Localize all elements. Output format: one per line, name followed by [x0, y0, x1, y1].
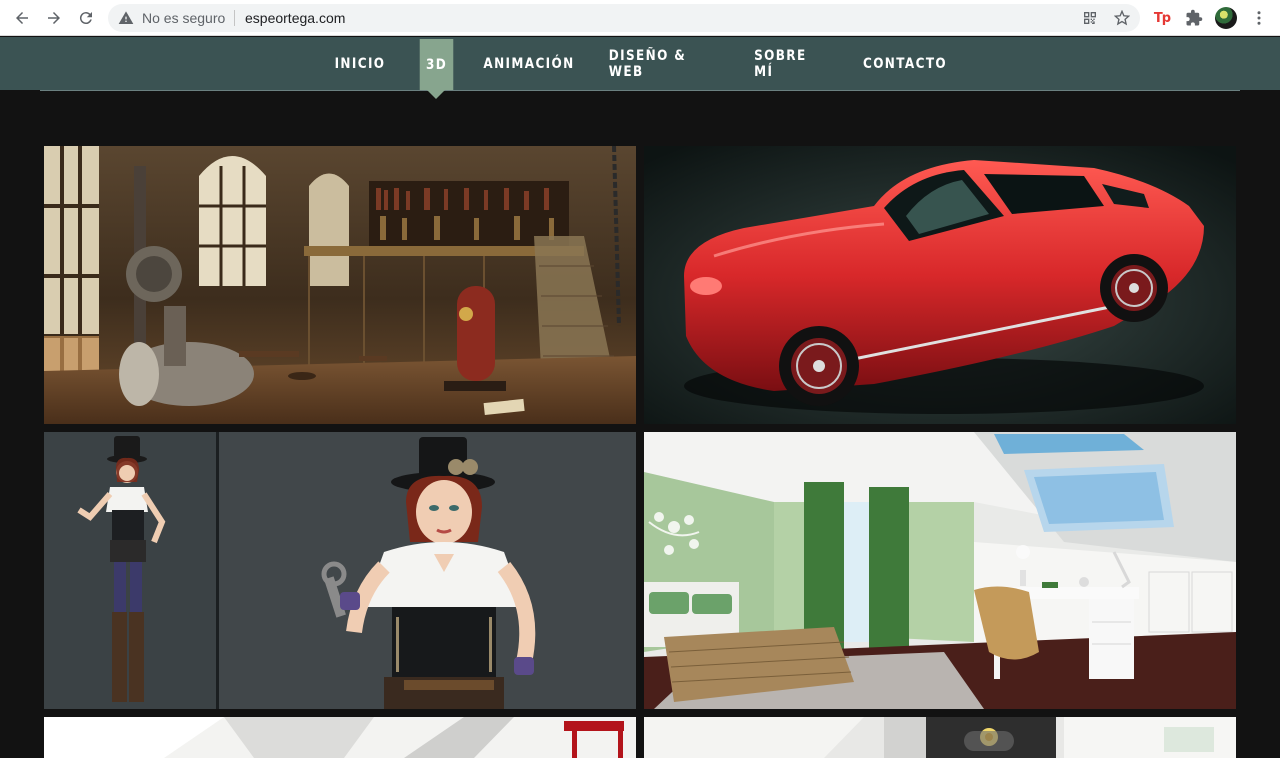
attic-bedroom-image [644, 432, 1236, 709]
active-nav-indicator [427, 90, 445, 99]
header-underline [40, 90, 1240, 91]
gallery-item-red-sports-car[interactable] [644, 146, 1236, 424]
nav-item-animacion[interactable]: ANIMACIÓN [483, 37, 573, 90]
nav-item-diseno-web[interactable]: DISEÑO & WEB [609, 37, 717, 90]
browser-toolbar: No es seguro espeortega.com Tp [0, 0, 1280, 36]
attic-interior-2-image [44, 717, 636, 758]
url-text[interactable]: espeortega.com [245, 10, 345, 26]
nav-item-sobre-mi[interactable]: SOBRE MÍ [754, 37, 829, 90]
gallery-item-attic-interior-2[interactable] [44, 717, 636, 758]
omnibox-divider [234, 10, 235, 26]
reload-icon[interactable] [74, 6, 98, 30]
nav-item-inicio[interactable]: INICIO [332, 37, 389, 90]
main-menu: INICIO 3D ANIMACIÓN DISEÑO & WEB SOBRE M… [0, 37, 1280, 90]
steampunk-library-image [44, 146, 636, 424]
kebab-menu-icon[interactable] [1249, 8, 1269, 28]
gallery-item-steampunk-library[interactable] [44, 146, 636, 424]
back-arrow-icon[interactable] [10, 6, 34, 30]
red-sports-car-image [644, 146, 1236, 424]
nav-item-contacto[interactable]: CONTACTO [863, 37, 946, 90]
address-bar[interactable]: No es seguro espeortega.com [108, 4, 1140, 32]
site-header: INICIO 3D ANIMACIÓN DISEÑO & WEB SOBRE M… [0, 37, 1280, 90]
security-label[interactable]: No es seguro [142, 10, 225, 26]
steampunk-girl-image [44, 432, 636, 709]
gallery-item-steampunk-girl[interactable] [44, 432, 636, 709]
gallery-item-interior-3[interactable] [644, 717, 1236, 758]
profile-avatar[interactable] [1215, 7, 1237, 29]
forward-arrow-icon[interactable] [42, 6, 66, 30]
gallery-item-attic-bedroom[interactable] [644, 432, 1236, 709]
tp-extension-label: Tp [1153, 10, 1171, 26]
qr-code-icon[interactable] [1082, 10, 1098, 26]
interior-3-image [644, 717, 1236, 758]
bookmark-star-icon[interactable] [1114, 10, 1130, 26]
puzzle-extensions-icon[interactable] [1184, 8, 1204, 28]
tp-extension-icon[interactable]: Tp [1152, 8, 1172, 28]
warning-icon [118, 11, 134, 24]
nav-item-3d[interactable]: 3D [419, 39, 454, 90]
